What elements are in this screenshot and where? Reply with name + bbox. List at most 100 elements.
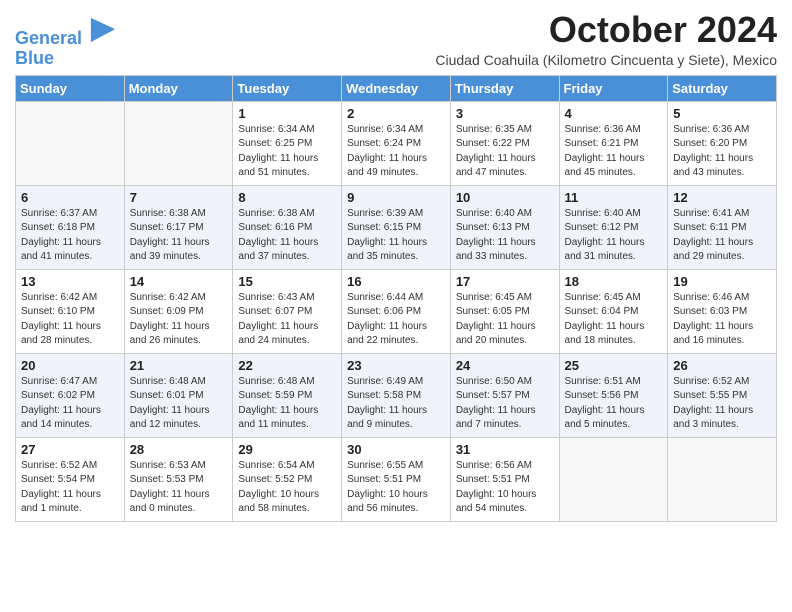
day-info: Sunrise: 6:52 AM Sunset: 5:55 PM Dayligh… [673, 375, 772, 433]
day-info: Sunrise: 6:50 AM Sunset: 5:57 PM Dayligh… [456, 375, 555, 433]
calendar-week-1: 1 Sunrise: 6:34 AM Sunset: 6:25 PM Daylig… [16, 101, 777, 185]
day-number: 4 [565, 106, 664, 121]
day-info: Sunrise: 6:55 AM Sunset: 5:51 PM Dayligh… [347, 459, 446, 517]
calendar-cell: 27 Sunrise: 6:52 AM Sunset: 5:54 PM Dayli… [16, 437, 125, 521]
calendar-cell: 29 Sunrise: 6:54 AM Sunset: 5:52 PM Dayli… [233, 437, 342, 521]
calendar-week-5: 27 Sunrise: 6:52 AM Sunset: 5:54 PM Dayli… [16, 437, 777, 521]
calendar-cell [16, 101, 125, 185]
calendar-cell: 5Sunrise: 6:36 AM Sunset: 6:20 PM Daylig… [668, 101, 777, 185]
calendar-header-tuesday: Tuesday [233, 75, 342, 101]
day-number: 1 [238, 106, 337, 121]
day-number: 18 [565, 274, 664, 289]
calendar-cell [668, 437, 777, 521]
day-info: Sunrise: 6:41 AM Sunset: 6:11 PM Dayligh… [673, 207, 772, 265]
day-info: Sunrise: 6:48 AM Sunset: 6:01 PM Dayligh… [130, 375, 229, 433]
day-number: 11 [565, 190, 664, 205]
day-number: 7 [130, 190, 229, 205]
calendar-cell: 1 Sunrise: 6:34 AM Sunset: 6:25 PM Daylig… [233, 101, 342, 185]
calendar-cell: 13 Sunrise: 6:42 AM Sunset: 6:10 PM Dayli… [16, 269, 125, 353]
day-number: 26 [673, 358, 772, 373]
calendar-cell: 4 Sunrise: 6:36 AM Sunset: 6:21 PM Daylig… [559, 101, 668, 185]
calendar-cell: 30 Sunrise: 6:55 AM Sunset: 5:51 PM Dayli… [342, 437, 451, 521]
calendar-cell: 18 Sunrise: 6:45 AM Sunset: 6:04 PM Dayli… [559, 269, 668, 353]
day-info: Sunrise: 6:38 AM Sunset: 6:16 PM Dayligh… [238, 207, 337, 265]
calendar-header-wednesday: Wednesday [342, 75, 451, 101]
day-number: 6 [21, 190, 120, 205]
day-info: Sunrise: 6:38 AM Sunset: 6:17 PM Dayligh… [130, 207, 229, 265]
calendar-cell: 10 Sunrise: 6:40 AM Sunset: 6:13 PM Dayli… [450, 185, 559, 269]
day-info: Sunrise: 6:37 AM Sunset: 6:18 PM Dayligh… [21, 207, 120, 265]
calendar-table: SundayMondayTuesdayWednesdayThursdayFrid… [15, 75, 777, 522]
day-info: Sunrise: 6:40 AM Sunset: 6:12 PM Dayligh… [565, 207, 664, 265]
calendar-cell: 15 Sunrise: 6:43 AM Sunset: 6:07 PM Dayli… [233, 269, 342, 353]
calendar-cell: 11 Sunrise: 6:40 AM Sunset: 6:12 PM Dayli… [559, 185, 668, 269]
day-info: Sunrise: 6:45 AM Sunset: 6:05 PM Dayligh… [456, 291, 555, 349]
calendar-cell: 7 Sunrise: 6:38 AM Sunset: 6:17 PM Daylig… [124, 185, 233, 269]
day-info: Sunrise: 6:56 AM Sunset: 5:51 PM Dayligh… [456, 459, 555, 517]
calendar-header-monday: Monday [124, 75, 233, 101]
logo-general: General [15, 28, 82, 48]
day-number: 25 [565, 358, 664, 373]
calendar-cell: 20 Sunrise: 6:47 AM Sunset: 6:02 PM Dayli… [16, 353, 125, 437]
calendar-header-friday: Friday [559, 75, 668, 101]
calendar-header-sunday: Sunday [16, 75, 125, 101]
calendar-week-3: 13 Sunrise: 6:42 AM Sunset: 6:10 PM Dayli… [16, 269, 777, 353]
calendar-cell: 28 Sunrise: 6:53 AM Sunset: 5:53 PM Dayli… [124, 437, 233, 521]
day-info: Sunrise: 6:34 AM Sunset: 6:24 PM Dayligh… [347, 123, 446, 181]
day-info: Sunrise: 6:48 AM Sunset: 5:59 PM Dayligh… [238, 375, 337, 433]
calendar-week-4: 20 Sunrise: 6:47 AM Sunset: 6:02 PM Dayli… [16, 353, 777, 437]
calendar-header-row: SundayMondayTuesdayWednesdayThursdayFrid… [16, 75, 777, 101]
day-info: Sunrise: 6:42 AM Sunset: 6:10 PM Dayligh… [21, 291, 120, 349]
day-info: Sunrise: 6:36 AM Sunset: 6:21 PM Dayligh… [565, 123, 664, 181]
day-number: 15 [238, 274, 337, 289]
calendar-cell: 12 Sunrise: 6:41 AM Sunset: 6:11 PM Dayli… [668, 185, 777, 269]
day-info: Sunrise: 6:40 AM Sunset: 6:13 PM Dayligh… [456, 207, 555, 265]
day-number: 13 [21, 274, 120, 289]
day-number: 23 [347, 358, 446, 373]
day-number: 20 [21, 358, 120, 373]
day-number: 27 [21, 442, 120, 457]
calendar-cell: 14Sunrise: 6:42 AM Sunset: 6:09 PM Dayli… [124, 269, 233, 353]
day-number: 10 [456, 190, 555, 205]
calendar-cell: 19Sunrise: 6:46 AM Sunset: 6:03 PM Dayli… [668, 269, 777, 353]
day-number: 21 [130, 358, 229, 373]
calendar-cell: 9Sunrise: 6:39 AM Sunset: 6:15 PM Daylig… [342, 185, 451, 269]
logo-blue: Blue [15, 49, 117, 69]
header: General Blue October 2024 Ciudad Coahuil… [15, 10, 777, 69]
day-info: Sunrise: 6:49 AM Sunset: 5:58 PM Dayligh… [347, 375, 446, 433]
calendar-cell [559, 437, 668, 521]
day-number: 31 [456, 442, 555, 457]
calendar-cell: 8Sunrise: 6:38 AM Sunset: 6:16 PM Daylig… [233, 185, 342, 269]
calendar-cell: 6 Sunrise: 6:37 AM Sunset: 6:18 PM Daylig… [16, 185, 125, 269]
calendar-cell [124, 101, 233, 185]
calendar-cell: 16 Sunrise: 6:44 AM Sunset: 6:06 PM Dayli… [342, 269, 451, 353]
month-title: October 2024 [435, 10, 777, 50]
calendar-cell: 22Sunrise: 6:48 AM Sunset: 5:59 PM Dayli… [233, 353, 342, 437]
day-info: Sunrise: 6:53 AM Sunset: 5:53 PM Dayligh… [130, 459, 229, 517]
calendar-cell: 24 Sunrise: 6:50 AM Sunset: 5:57 PM Dayli… [450, 353, 559, 437]
title-block: October 2024 Ciudad Coahuila (Kilometro … [435, 10, 777, 68]
calendar-header-thursday: Thursday [450, 75, 559, 101]
day-number: 16 [347, 274, 446, 289]
day-info: Sunrise: 6:34 AM Sunset: 6:25 PM Dayligh… [238, 123, 337, 181]
day-number: 28 [130, 442, 229, 457]
day-number: 29 [238, 442, 337, 457]
calendar-cell: 21 Sunrise: 6:48 AM Sunset: 6:01 PM Dayli… [124, 353, 233, 437]
day-number: 24 [456, 358, 555, 373]
day-number: 19 [673, 274, 772, 289]
logo: General Blue [15, 16, 117, 69]
day-info: Sunrise: 6:52 AM Sunset: 5:54 PM Dayligh… [21, 459, 120, 517]
day-info: Sunrise: 6:47 AM Sunset: 6:02 PM Dayligh… [21, 375, 120, 433]
calendar-cell: 26 Sunrise: 6:52 AM Sunset: 5:55 PM Dayli… [668, 353, 777, 437]
calendar-cell: 3Sunrise: 6:35 AM Sunset: 6:22 PM Daylig… [450, 101, 559, 185]
day-info: Sunrise: 6:43 AM Sunset: 6:07 PM Dayligh… [238, 291, 337, 349]
day-number: 12 [673, 190, 772, 205]
day-info: Sunrise: 6:45 AM Sunset: 6:04 PM Dayligh… [565, 291, 664, 349]
day-info: Sunrise: 6:54 AM Sunset: 5:52 PM Dayligh… [238, 459, 337, 517]
day-info: Sunrise: 6:44 AM Sunset: 6:06 PM Dayligh… [347, 291, 446, 349]
day-number: 30 [347, 442, 446, 457]
day-number: 14 [130, 274, 229, 289]
calendar-cell: 2Sunrise: 6:34 AM Sunset: 6:24 PM Daylig… [342, 101, 451, 185]
day-info: Sunrise: 6:35 AM Sunset: 6:22 PM Dayligh… [456, 123, 555, 181]
calendar-cell: 17Sunrise: 6:45 AM Sunset: 6:05 PM Dayli… [450, 269, 559, 353]
